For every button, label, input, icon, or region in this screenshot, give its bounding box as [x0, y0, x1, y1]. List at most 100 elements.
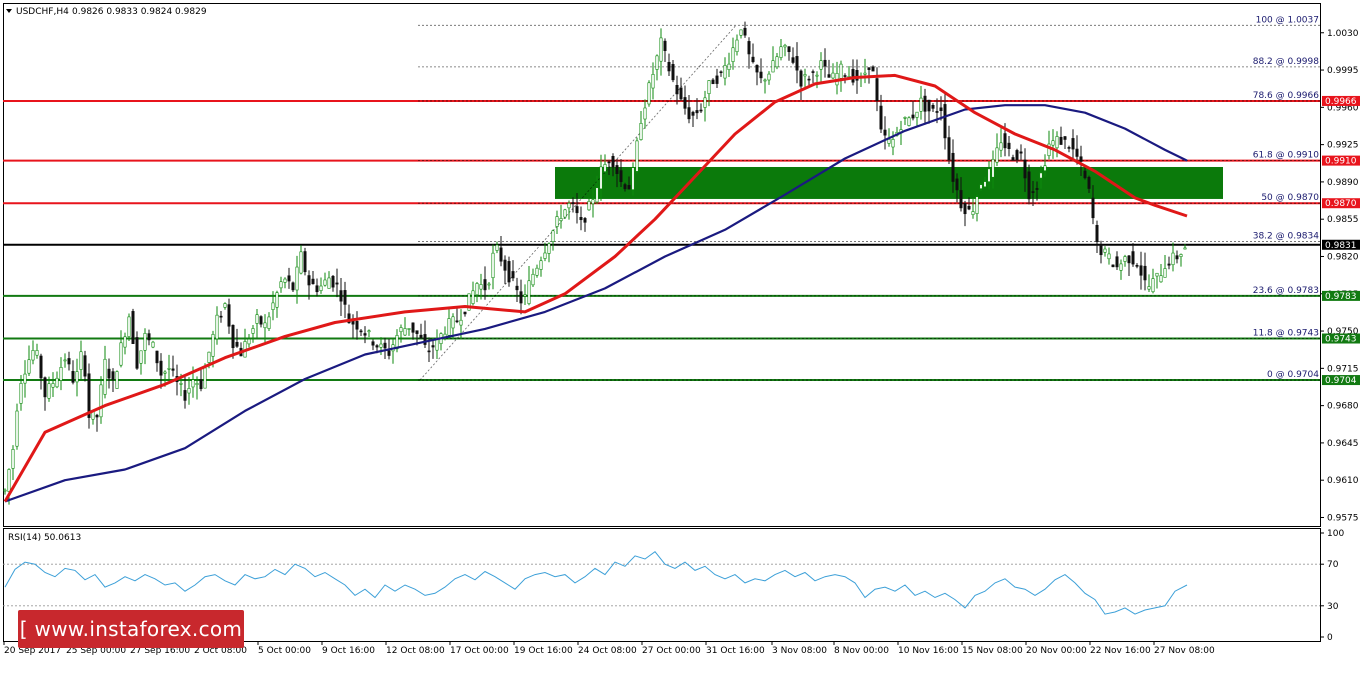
fast-moving-average-line	[3, 73, 1188, 503]
candle-body	[575, 206, 579, 214]
candle-body	[475, 283, 479, 296]
candle-body	[15, 410, 19, 447]
fib-label: 23.6 @ 0.9783	[1253, 286, 1319, 296]
candle-body	[563, 209, 567, 218]
candle-body	[591, 199, 595, 205]
candle-body	[871, 66, 875, 72]
candle-body	[971, 211, 975, 215]
candle-body	[643, 107, 647, 120]
candle-body	[507, 261, 511, 283]
candle-body	[923, 95, 927, 112]
candle-body	[879, 105, 883, 130]
candle-body	[827, 74, 831, 78]
fib-label: 88.2 @ 0.9998	[1253, 57, 1320, 67]
candle-body	[863, 72, 867, 75]
price-tag-label: 0.9910	[1325, 157, 1357, 167]
candle-body	[371, 341, 375, 346]
candle-body	[703, 97, 707, 108]
candle-body	[415, 330, 419, 334]
rsi-tick-label: 30	[1327, 602, 1339, 612]
candle-body	[1059, 136, 1063, 145]
candle-body	[231, 324, 235, 349]
candle-body	[219, 315, 223, 318]
current-price-tag-label: 0.9831	[1325, 241, 1357, 251]
candle-body	[599, 166, 603, 190]
fib-label: 78.6 @ 0.9966	[1253, 91, 1320, 101]
rsi-tick-label: 0	[1327, 633, 1333, 643]
candle-body	[95, 414, 99, 418]
candle-body	[519, 291, 523, 304]
support-resistance-zone	[555, 166, 1223, 199]
candle-body	[671, 64, 675, 81]
candle-body	[731, 47, 735, 62]
candle-body	[1035, 188, 1039, 190]
price-tag-label: 0.9870	[1325, 199, 1357, 209]
y-tick-label: 0.9575	[1327, 513, 1359, 523]
candle-body	[751, 56, 755, 63]
candle-body	[491, 252, 495, 279]
fib-label: 61.8 @ 0.9910	[1253, 151, 1320, 161]
candle-body	[75, 371, 79, 383]
x-tick-label: 24 Oct 08:00	[578, 646, 637, 656]
candle-body	[579, 217, 583, 221]
moving-averages	[3, 73, 1188, 503]
candle-body	[839, 63, 843, 79]
candle-body	[135, 337, 139, 369]
rsi-tick-label: 100	[1327, 529, 1344, 539]
candle-body	[635, 140, 639, 172]
candle-body	[43, 377, 47, 398]
x-tick-label: 17 Oct 00:00	[450, 646, 509, 656]
candle-body	[655, 55, 659, 70]
candle-body	[963, 203, 967, 215]
candle-body	[811, 71, 815, 73]
candle-body	[499, 247, 503, 262]
x-tick-label: 3 Nov 08:00	[772, 646, 827, 656]
candle-body	[1023, 159, 1027, 179]
candle-body	[1087, 176, 1091, 189]
candle-body	[147, 333, 151, 341]
candle-body	[1151, 278, 1155, 293]
candle-body	[939, 107, 943, 111]
candle-body	[1175, 255, 1179, 260]
candle-body	[339, 290, 343, 302]
dropdown-triangle-icon[interactable]	[6, 9, 12, 13]
candle-body	[943, 104, 947, 139]
candle-body	[1119, 263, 1123, 271]
x-tick-label: 19 Oct 16:00	[514, 646, 573, 656]
price-tag-label: 0.9743	[1325, 335, 1357, 345]
candle-body	[587, 200, 591, 211]
candle-body	[255, 314, 259, 324]
candle-body	[171, 368, 175, 371]
candle-body	[723, 65, 727, 79]
candle-body	[931, 104, 935, 109]
candle-body	[375, 345, 379, 348]
candle-body	[1123, 256, 1127, 262]
fibonacci-labels: 100 @ 1.0037 88.2 @ 0.9998 78.6 @ 0.9966 61…	[1253, 15, 1320, 380]
candle-body	[951, 152, 955, 182]
candle-body	[319, 285, 323, 291]
candle-body	[515, 285, 519, 291]
candle-body	[227, 304, 231, 327]
candle-body	[691, 111, 695, 116]
candle-body	[1043, 165, 1047, 172]
candle-body	[803, 74, 807, 77]
candle-body	[291, 282, 295, 291]
candle-body	[79, 351, 83, 370]
candle-body	[307, 275, 311, 286]
candle-body	[343, 290, 347, 305]
instaforex-watermark: [ www.instaforex.com ]	[18, 610, 244, 679]
y-tick-label: 0.9680	[1327, 402, 1359, 412]
candle-body	[315, 285, 319, 293]
candlestick-series	[3, 21, 1187, 505]
candle-body	[1131, 251, 1135, 265]
candle-body	[1039, 172, 1043, 179]
candle-body	[479, 284, 483, 290]
x-tick-label: 31 Oct 16:00	[706, 646, 765, 656]
y-tick-label: 0.9645	[1327, 439, 1359, 449]
rsi-title: RSI(14) 50.0613	[8, 533, 81, 543]
candle-body	[627, 185, 631, 190]
candle-body	[535, 267, 539, 276]
candle-body	[431, 345, 435, 348]
candle-body	[247, 338, 251, 345]
candle-body	[471, 290, 475, 304]
